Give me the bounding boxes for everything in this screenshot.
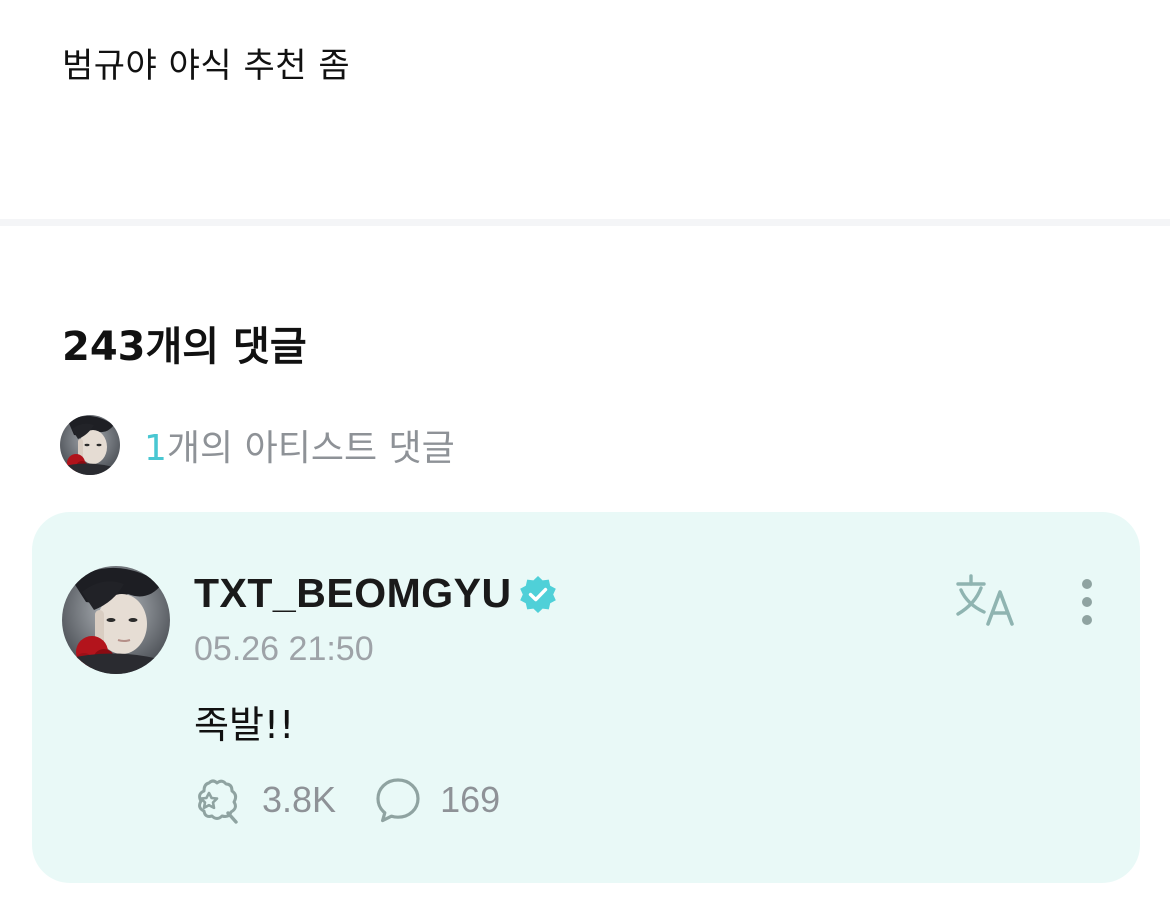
more-options-button[interactable] bbox=[1070, 574, 1104, 630]
comments-screen: 범규야 야식 추천 좀 243개의 댓글 1개의 아티스트 댓글 TXT_BEO… bbox=[0, 0, 1170, 915]
reply-button[interactable]: 169 bbox=[374, 776, 500, 824]
like-count: 3.8K bbox=[262, 779, 337, 820]
artist-comments-suffix: 개의 아티스트 댓글 bbox=[166, 428, 455, 469]
author-avatar[interactable] bbox=[62, 566, 170, 674]
verified-badge-icon bbox=[519, 575, 556, 613]
comment-text: 족발!! bbox=[194, 703, 295, 747]
author-name[interactable]: TXT_BEOMGYU bbox=[194, 570, 512, 617]
like-button[interactable]: 3.8K bbox=[192, 775, 336, 825]
comment-count-heading: 243개의 댓글 bbox=[62, 324, 307, 370]
speech-bubble-icon bbox=[376, 778, 420, 823]
comment-timestamp: 05.26 21:50 bbox=[194, 630, 374, 668]
section-divider bbox=[0, 219, 1170, 226]
artist-comments-label: 1개의 아티스트 댓글 bbox=[144, 419, 455, 471]
author-line: TXT_BEOMGYU bbox=[194, 570, 558, 617]
reply-count: 169 bbox=[440, 779, 501, 820]
translate-icon bbox=[956, 574, 1014, 626]
more-vertical-icon bbox=[1082, 579, 1092, 625]
artist-comments-filter[interactable]: 1개의 아티스트 댓글 bbox=[60, 414, 455, 476]
artist-comment-count: 1 bbox=[144, 428, 167, 469]
artist-comment-card: TXT_BEOMGYU 05.26 21:50 족발!! 3.8K 169 bbox=[32, 512, 1140, 883]
comment-actions: 3.8K 169 bbox=[192, 775, 500, 825]
artist-mini-avatar bbox=[60, 415, 120, 475]
translate-button[interactable] bbox=[954, 572, 1020, 628]
like-icon bbox=[198, 779, 238, 824]
post-body-text: 범규야 야식 추천 좀 bbox=[62, 46, 351, 86]
